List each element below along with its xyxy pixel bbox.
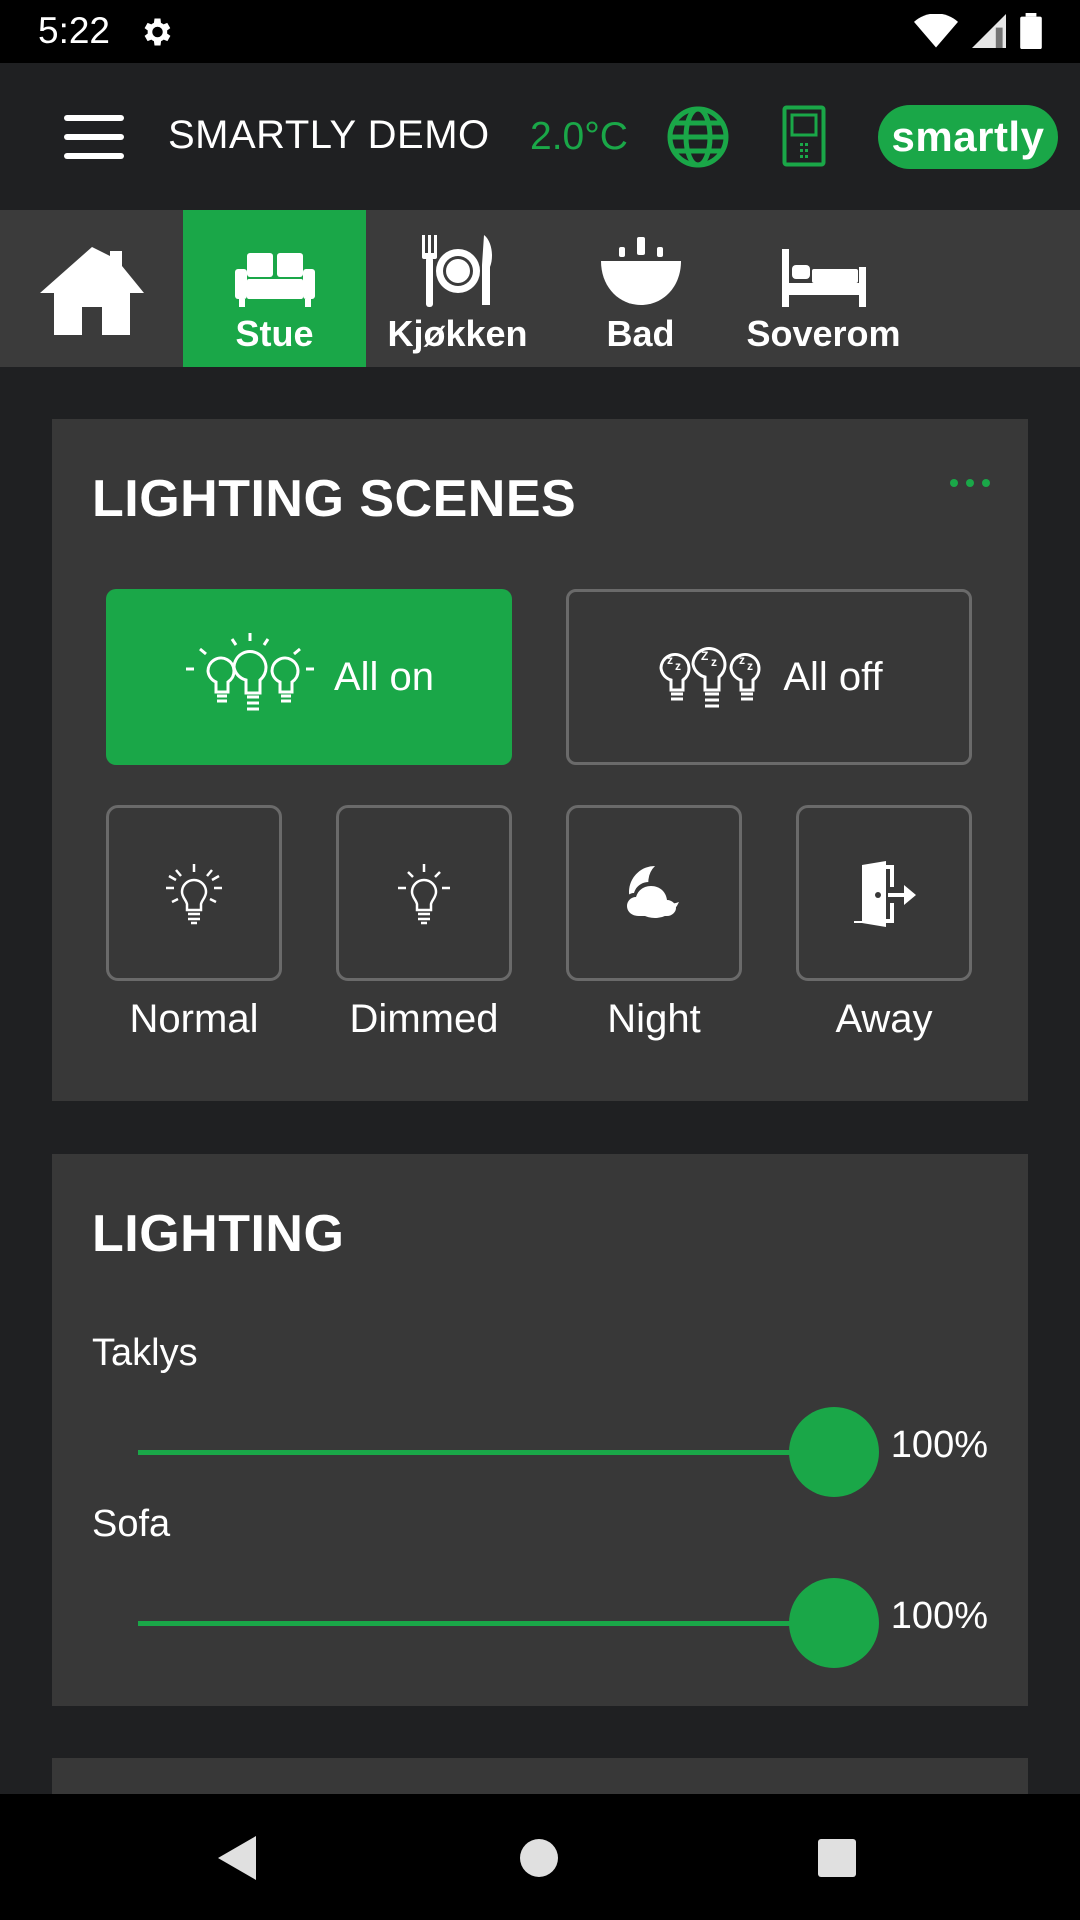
slider-thumb[interactable] bbox=[789, 1407, 879, 1497]
tab-label: Soverom bbox=[746, 313, 901, 354]
tab-bad[interactable]: Bad bbox=[549, 210, 732, 367]
scene-label: Dimmed bbox=[349, 997, 499, 1041]
outdoor-temperature: 2.0°C bbox=[530, 115, 628, 158]
hamburger-menu-icon[interactable] bbox=[64, 115, 124, 159]
app-title: SMARTLY DEMO bbox=[168, 113, 490, 157]
lighting-scenes-title: LIGHTING SCENES bbox=[92, 470, 577, 528]
lighting-card: LIGHTING Taklys 100% Sofa 100% bbox=[52, 1154, 1028, 1706]
scene-dimmed-button[interactable]: Dimmed bbox=[336, 805, 512, 1042]
smartly-logo: smartly bbox=[878, 105, 1058, 169]
home-circle-icon[interactable] bbox=[518, 1834, 560, 1882]
tab-home[interactable] bbox=[0, 210, 183, 367]
globe-icon[interactable] bbox=[666, 105, 730, 169]
lighting-scenes-card: LIGHTING SCENES All on zz Zz z z All off… bbox=[52, 419, 1028, 1101]
dimmer-slider[interactable] bbox=[138, 1578, 879, 1668]
scene-box bbox=[796, 805, 972, 981]
back-icon[interactable] bbox=[216, 1834, 258, 1882]
svg-text:z: z bbox=[711, 655, 717, 669]
tab-kjokken[interactable]: Kjøkken bbox=[366, 210, 549, 367]
sink-icon bbox=[600, 237, 681, 305]
home-icon bbox=[39, 246, 144, 335]
scene-box bbox=[336, 805, 512, 981]
scene-away-button[interactable]: Away bbox=[796, 805, 972, 1042]
svg-text:z: z bbox=[675, 659, 681, 673]
scene-box bbox=[106, 805, 282, 981]
light-level: 100% bbox=[890, 1595, 988, 1637]
wifi-icon bbox=[914, 14, 958, 48]
tab-label: Stue bbox=[235, 313, 314, 354]
bulbs-sleeping-icon: zz Zz zz bbox=[659, 647, 761, 708]
scene-night-button[interactable]: Night bbox=[566, 805, 742, 1042]
tab-stue[interactable]: Stue bbox=[183, 210, 366, 367]
signal-icon bbox=[972, 14, 1006, 48]
moon-cloud-icon bbox=[625, 866, 679, 918]
battery-icon bbox=[1020, 13, 1042, 49]
slider-thumb[interactable] bbox=[789, 1578, 879, 1668]
room-tab-bar: Stue Kjøkken Bad Soverom bbox=[0, 210, 1080, 367]
logo-text: smartly bbox=[891, 113, 1045, 160]
bulb-dim-icon bbox=[398, 864, 450, 925]
svg-text:z: z bbox=[747, 659, 753, 673]
bed-icon bbox=[781, 249, 866, 307]
scene-label: Night bbox=[607, 997, 701, 1041]
dimmer-slider[interactable] bbox=[138, 1407, 879, 1497]
light-name: Taklys bbox=[92, 1332, 198, 1374]
exit-door-icon bbox=[854, 861, 916, 927]
all-off-label: All off bbox=[783, 654, 883, 699]
system-nav-bar bbox=[0, 1794, 1080, 1920]
scene-label: Away bbox=[835, 997, 933, 1041]
all-on-label: All on bbox=[333, 654, 435, 699]
tab-soverom[interactable]: Soverom bbox=[732, 210, 915, 367]
light-row-sofa: Sofa 100% bbox=[52, 1503, 1028, 1673]
all-on-button[interactable]: All on bbox=[106, 589, 512, 765]
status-time: 5:22 bbox=[38, 10, 111, 51]
light-name: Sofa bbox=[92, 1503, 171, 1545]
lighting-title: LIGHTING bbox=[92, 1205, 345, 1263]
all-off-button[interactable]: zz Zz zz All off bbox=[566, 589, 972, 765]
light-row-taklys: Taklys 100% bbox=[52, 1332, 1028, 1502]
app-bar: SMARTLY DEMO 2.0°C smartly bbox=[0, 63, 1080, 210]
scene-label: Normal bbox=[129, 997, 259, 1041]
slider-track bbox=[138, 1450, 874, 1455]
settings-gear-icon bbox=[144, 18, 171, 46]
tab-label: Kjøkken bbox=[387, 313, 528, 354]
scene-normal-button[interactable]: Normal bbox=[106, 805, 282, 1042]
bulbs-on-icon bbox=[185, 633, 314, 711]
more-dots-icon[interactable] bbox=[950, 479, 990, 493]
status-bar: 5:22 bbox=[0, 0, 1080, 63]
plate-cutlery-icon bbox=[421, 235, 492, 307]
wall-panel-icon[interactable] bbox=[782, 105, 826, 167]
light-level: 100% bbox=[890, 1424, 988, 1466]
tab-label: Bad bbox=[606, 313, 675, 354]
bulb-bright-icon bbox=[166, 864, 222, 925]
sofa-icon bbox=[234, 253, 315, 307]
slider-track bbox=[138, 1621, 874, 1626]
recents-square-icon[interactable] bbox=[816, 1834, 858, 1882]
svg-text:z: z bbox=[667, 653, 673, 667]
svg-text:Z: Z bbox=[701, 649, 708, 663]
svg-text:z: z bbox=[739, 653, 745, 667]
scene-box bbox=[566, 805, 742, 981]
